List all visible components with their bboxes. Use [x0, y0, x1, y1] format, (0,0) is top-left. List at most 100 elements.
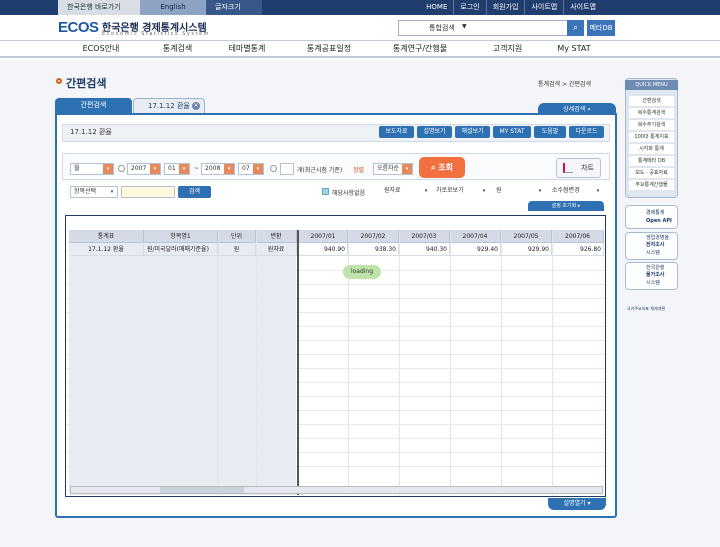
font-size-control[interactable]: 글자크기 [206, 0, 262, 15]
nav-ecos[interactable]: ECOS안내 [72, 41, 130, 57]
home-link[interactable]: HOME [420, 0, 453, 15]
quick-multi-stat[interactable]: 복수통계검색 [629, 108, 674, 118]
chevron-down-icon: ▾ [103, 164, 113, 174]
desc-button[interactable]: 설명보기 [417, 126, 452, 138]
search-input[interactable]: 통합검색 [398, 20, 568, 36]
english-link[interactable]: English [140, 0, 206, 15]
decimal-select[interactable]: 소수점변경 ▾ [549, 186, 603, 198]
quick-visual[interactable]: 시각화 통계 [629, 144, 674, 154]
quick-simple-search[interactable]: 간편검색 [629, 96, 674, 106]
openapi-line1: 경제통계 [646, 210, 665, 216]
grid-line [66, 270, 605, 271]
tab-exchange-rate[interactable]: 17.1.12 환율 × [133, 98, 205, 113]
raw-data-select[interactable]: 원자료 ▾ [381, 186, 431, 198]
quick-menu-title: QUICK MENU [625, 80, 678, 90]
cell-item[interactable]: 원/미국달러(매매기준율) [144, 243, 218, 256]
to-month-select[interactable]: 07 ▾ [238, 163, 264, 175]
bar-chart-icon [563, 163, 573, 173]
close-icon[interactable]: × [192, 102, 200, 110]
item-search-input[interactable] [121, 186, 175, 198]
frozen-area [69, 243, 296, 495]
nav-theme[interactable]: 테마별통계 [222, 41, 272, 57]
sort-select[interactable]: 오름차순 ▾ [373, 163, 413, 175]
chart-button[interactable]: 차트 [556, 158, 601, 178]
nav-support[interactable]: 고객지원 [485, 41, 530, 57]
cell-value[interactable]: 940.90 [299, 243, 348, 256]
count-input[interactable] [280, 163, 294, 175]
cell-table[interactable]: 17.1.12 환율 [69, 243, 144, 256]
cell-unit[interactable]: 원 [218, 243, 256, 256]
top-bar-left: 한국은행 바로가기 English 글자크기 [58, 0, 262, 15]
gov-banner[interactable]: 국가주요지표 체계개편 [625, 296, 678, 314]
tab-simple-search[interactable]: 간편검색 [55, 98, 132, 113]
mystat-button[interactable]: MY STAT [493, 126, 531, 138]
sort-label: 정렬 [353, 167, 365, 174]
quick-metadb[interactable]: 통계메타 DB [629, 156, 674, 166]
reset-settings-button[interactable]: 설정 초기화 ▸ [528, 201, 604, 211]
grid-line [66, 410, 605, 411]
chevron-down-icon: ▾ [538, 188, 542, 194]
cell-value[interactable]: 929.90 [501, 243, 552, 256]
grid-line [66, 424, 605, 425]
survey-banner-1[interactable]: 생업경영을 전자조사 시스템 [625, 232, 678, 260]
cell-value[interactable]: 940.30 [399, 243, 450, 256]
join-link[interactable]: 회원가입 [485, 0, 525, 15]
cell-transform[interactable]: 원자료 [256, 243, 297, 256]
unit-select[interactable]: 원 ▾ [493, 186, 545, 198]
sitemap-link[interactable]: 사이트맵 [524, 0, 563, 15]
data-grid: 통계표 항목명1 단위 변환 2007/01 2007/02 2007/03 2… [65, 215, 606, 497]
chevron-down-icon: ▾ [596, 188, 600, 194]
from-month-select[interactable]: 01 ▾ [164, 163, 190, 175]
nav-schedule[interactable]: 통계공표일정 [298, 41, 360, 57]
cell-value[interactable]: 938.30 [348, 243, 399, 256]
radio-range[interactable] [118, 165, 125, 172]
nav-mystat[interactable]: My STAT [550, 41, 598, 57]
nav-research[interactable]: 통계연구/간행물 [384, 41, 456, 57]
press-button[interactable]: 보도자료 [379, 126, 414, 138]
nav-stat-search[interactable]: 통계검색 [150, 41, 205, 57]
loading-indicator: loading [343, 265, 381, 279]
chevron-down-icon: ▾ [424, 188, 428, 194]
download-button[interactable]: 다운로드 [569, 126, 604, 138]
login-link[interactable]: 로그인 [453, 0, 485, 15]
range-dash: ~ [194, 165, 200, 172]
quick-top100[interactable]: 100대 통계지표 [629, 132, 674, 142]
horizontal-scrollbar[interactable] [70, 486, 603, 494]
metadb-button[interactable]: 메타DB [587, 20, 615, 36]
grid-line [66, 312, 605, 313]
col-header-transform: 변환 [256, 230, 297, 243]
quick-press[interactable]: 보도 · 공표자료 [629, 168, 674, 178]
radio-count[interactable] [270, 165, 277, 172]
chevron-down-icon[interactable]: ▼ [462, 23, 467, 30]
explain-button[interactable]: 해설보기 [455, 126, 490, 138]
title-bullet-icon [56, 78, 62, 84]
cell-value[interactable]: 926.80 [552, 243, 604, 256]
gov-label: 국가주요지표 체계개편 [627, 306, 666, 311]
grid-line [66, 298, 605, 299]
to-year-select[interactable]: 2008 ▾ [201, 163, 235, 175]
quick-publications[interactable]: 주요통계간행물 [629, 180, 674, 190]
help-button[interactable]: 도움말 [534, 126, 566, 138]
quick-multi-cycle[interactable]: 복수주기검색 [629, 120, 674, 130]
search-button[interactable]: ⌕ [567, 20, 584, 36]
desc-open-button[interactable]: 설명열기 ▾ [548, 498, 606, 510]
item-search-button[interactable]: 검색 [178, 186, 211, 198]
frozen-separator [297, 230, 299, 495]
chevron-down-icon: ▾ [224, 164, 234, 174]
query-button[interactable]: ⌕ 조회 [419, 157, 465, 178]
bok-link[interactable]: 한국은행 바로가기 [58, 0, 140, 15]
item-select[interactable]: 항목선택 ▾ [70, 186, 118, 198]
from-year-select[interactable]: 2007 ▾ [127, 163, 161, 175]
period-select[interactable]: 월 ▾ [70, 163, 114, 175]
view-select[interactable]: 가로로보기 ▾ [433, 186, 489, 198]
chevron-down-icon: ▾ [107, 187, 117, 197]
survey-banner-2[interactable]: 한국은행 물가조사 시스템 [625, 262, 678, 290]
openapi-banner[interactable]: 경제통계 Open API [625, 205, 678, 229]
scrollbar-thumb[interactable] [160, 487, 244, 493]
chevron-down-icon: ▾ [179, 164, 189, 174]
cell-value[interactable]: 929.40 [450, 243, 501, 256]
none-checkbox[interactable] [322, 188, 329, 195]
survey1-line3: 시스템 [646, 250, 660, 256]
ecos-logo[interactable]: ECOS [58, 19, 99, 36]
sitemap-link-2[interactable]: 사이트맵 [563, 0, 602, 15]
